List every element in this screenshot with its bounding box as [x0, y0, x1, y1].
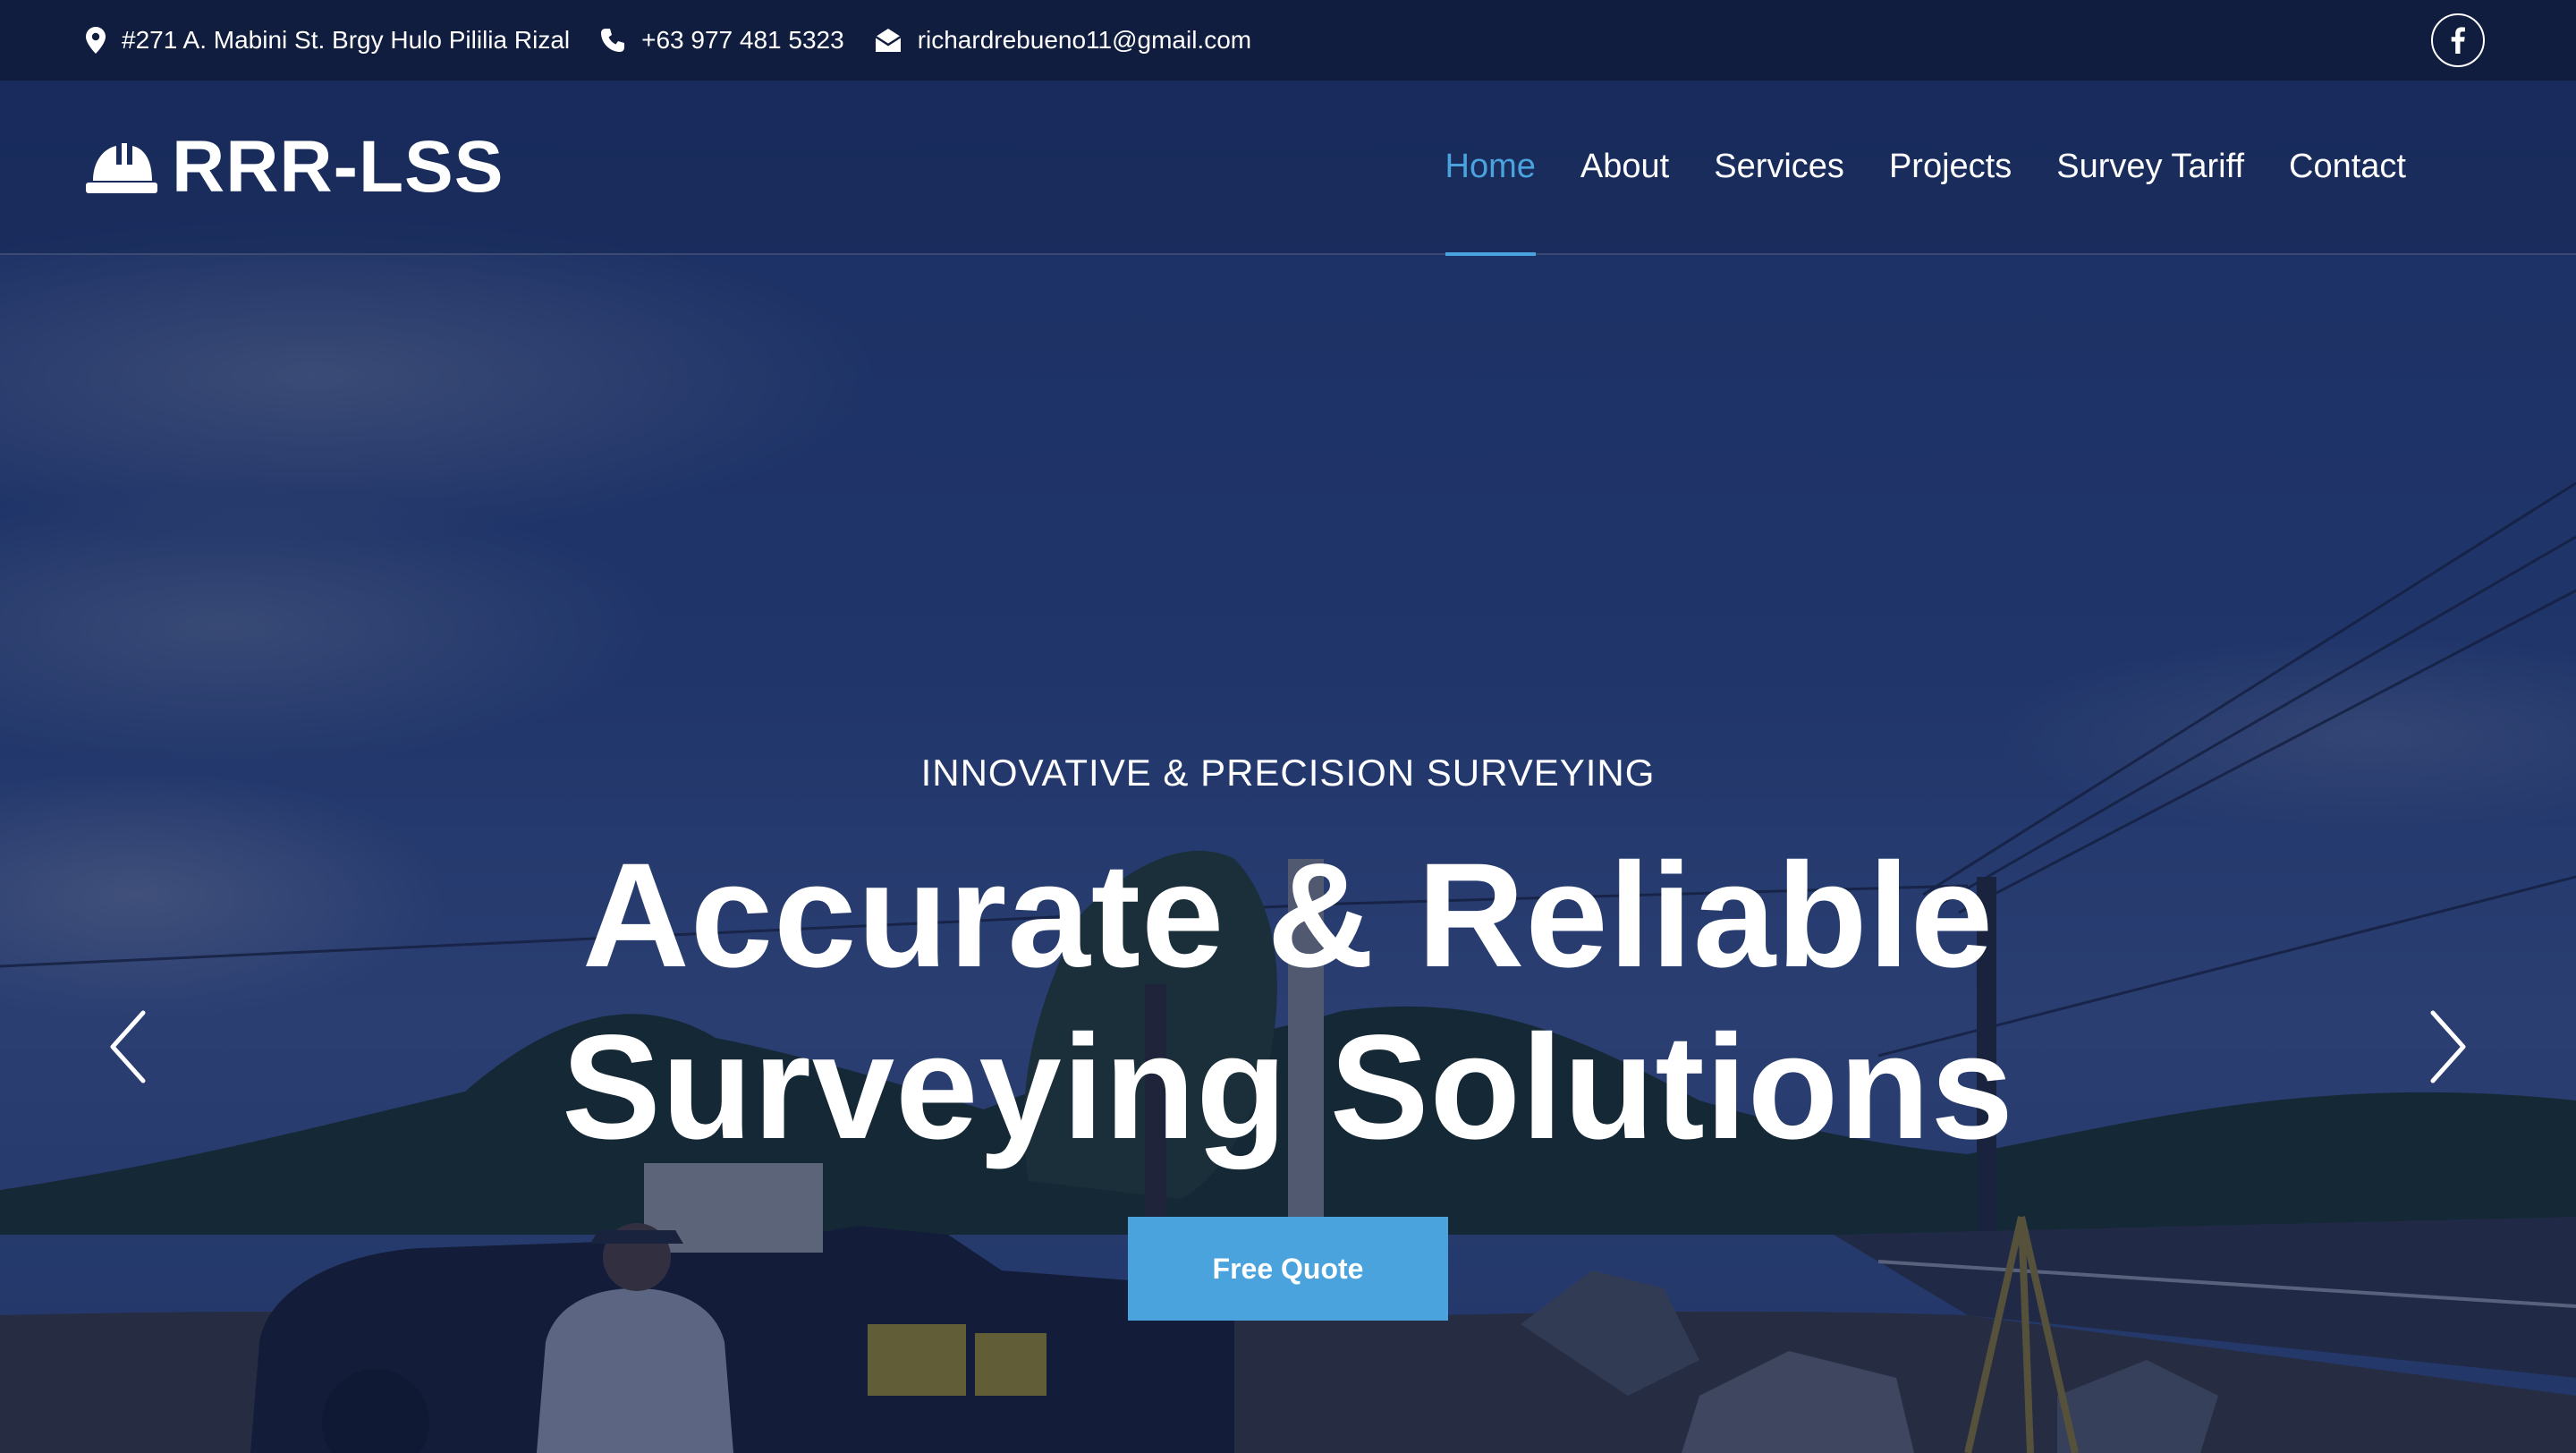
- nav-item-survey-tariff[interactable]: Survey Tariff: [2056, 80, 2244, 254]
- phone-item[interactable]: +63 977 481 5323: [600, 26, 844, 55]
- top-contact-bar: #271 A. Mabini St. Brgy Hulo Pililia Riz…: [0, 0, 2576, 81]
- carousel-prev-button[interactable]: [104, 1009, 157, 1084]
- nav-item-contact[interactable]: Contact: [2289, 80, 2406, 254]
- nav-item-projects[interactable]: Projects: [1889, 80, 2012, 254]
- main-navbar: RRR-LSS Home About Services Projects Sur…: [0, 80, 2576, 256]
- map-marker-icon: [86, 27, 106, 54]
- phone-icon: [601, 29, 625, 52]
- chevron-left-icon: [110, 1010, 146, 1083]
- email-item[interactable]: richardrebueno11@gmail.com: [875, 26, 1251, 55]
- nav-menu: Home About Services Projects Survey Tari…: [1401, 80, 2406, 256]
- envelope-open-icon: [875, 29, 902, 52]
- hero-kicker: INNOVATIVE & PRECISION SURVEYING: [920, 752, 1656, 794]
- hero-title-line-1: Accurate & Reliable: [581, 833, 1995, 998]
- facebook-icon: [2451, 27, 2465, 54]
- phone-text[interactable]: +63 977 481 5323: [641, 26, 844, 55]
- address-text: #271 A. Mabini St. Brgy Hulo Pililia Riz…: [122, 26, 571, 54]
- email-text[interactable]: richardrebueno11@gmail.com: [918, 26, 1251, 55]
- facebook-button[interactable]: [2431, 13, 2485, 67]
- brand-name: RRR-LSS: [172, 125, 504, 208]
- address-item: #271 A. Mabini St. Brgy Hulo Pililia Riz…: [86, 26, 570, 55]
- nav-item-home[interactable]: Home: [1445, 80, 1537, 256]
- nav-item-services[interactable]: Services: [1714, 80, 1844, 254]
- hero-title-line-2: Surveying Solutions: [562, 1005, 2014, 1170]
- brand-logo[interactable]: RRR-LSS: [86, 125, 504, 209]
- carousel-next-button[interactable]: [2419, 1009, 2472, 1084]
- hero-content: INNOVATIVE & PRECISION SURVEYING Accurat…: [0, 752, 2576, 1321]
- nav-item-about[interactable]: About: [1580, 80, 1669, 254]
- hard-hat-icon: [86, 142, 157, 193]
- free-quote-button[interactable]: Free Quote: [1128, 1217, 1448, 1321]
- chevron-right-icon: [2430, 1010, 2466, 1083]
